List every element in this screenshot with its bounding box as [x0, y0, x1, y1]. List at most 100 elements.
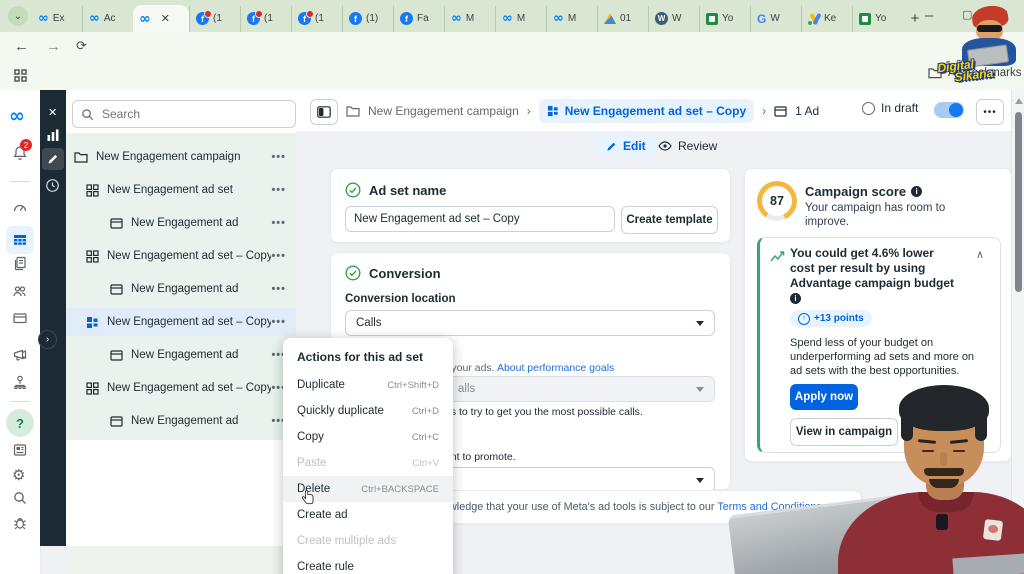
tab-search-icon[interactable]: ⌄ [8, 6, 28, 26]
edit-pencil-icon[interactable] [42, 148, 64, 170]
toggle-sidebar-icon[interactable] [310, 99, 338, 125]
notifications-bell-icon[interactable]: 2 [12, 139, 32, 161]
browser-tab-active[interactable]: ∞ ✕ [133, 5, 189, 32]
browser-tab[interactable]: GW [750, 5, 801, 32]
score-subtitle: Your campaign has room to improve. [805, 202, 946, 228]
menu-item-create-rule[interactable]: Create rule [283, 554, 453, 574]
settings-gear-icon[interactable]: ⚙ [12, 466, 28, 484]
tree-row-ad[interactable]: New Engagement ad ••• [66, 209, 296, 237]
apps-grid-icon[interactable] [14, 69, 27, 82]
apply-now-button[interactable]: Apply now [790, 384, 858, 410]
tree-row-adset[interactable]: New Engagement ad set ••• [66, 176, 296, 204]
adset-name-input[interactable] [345, 206, 615, 232]
row-menu-icon[interactable]: ••• [271, 283, 286, 295]
browser-tab[interactable]: f (1 [240, 5, 291, 32]
close-icon[interactable]: ✕ [48, 106, 57, 119]
updates-news-icon[interactable] [12, 442, 28, 458]
forward-icon[interactable]: → [46, 38, 61, 55]
adset-active-toggle[interactable] [934, 102, 964, 118]
report-bug-icon[interactable] [12, 515, 28, 531]
about-performance-goals-link[interactable]: About performance goals [497, 362, 614, 374]
audiences-people-icon[interactable] [12, 283, 28, 299]
check-circle-icon [345, 182, 361, 198]
account-overview-gauge-icon[interactable] [12, 200, 28, 216]
back-icon[interactable]: ← [14, 38, 29, 55]
chevron-right-icon: › [762, 104, 767, 118]
browser-tab[interactable]: Yo [852, 5, 903, 32]
breadcrumb-ads[interactable]: 1 Ad [795, 104, 819, 118]
scroll-down-arrow[interactable] [1015, 560, 1023, 566]
help-icon[interactable]: ? [6, 409, 34, 437]
menu-item-quickly-duplicate[interactable]: Quickly duplicate Ctrl+D [283, 398, 453, 424]
campaigns-table-icon[interactable] [6, 226, 34, 254]
browser-tab[interactable]: f (1 [291, 5, 342, 32]
tree-row-campaign[interactable]: New Engagement campaign ••• [66, 143, 296, 171]
tab-edit[interactable]: Edit [596, 134, 656, 158]
all-bookmarks-button[interactable]: All Bookmarks [928, 67, 1022, 79]
adset-selected-icon [86, 316, 99, 329]
row-menu-icon[interactable]: ••• [271, 184, 286, 196]
browser-tab[interactable]: 01 [597, 5, 648, 32]
tab-close-icon[interactable]: ✕ [161, 12, 170, 25]
menu-item-create-ad[interactable]: Create ad [283, 502, 453, 528]
tree-row-ad[interactable]: New Engagement ad ••• [66, 341, 296, 369]
expand-panel-chevron-icon[interactable]: › [38, 330, 57, 349]
main-scrollbar[interactable] [1011, 90, 1024, 574]
browser-tab[interactable]: ∞ M [546, 5, 597, 32]
menu-item-duplicate[interactable]: Duplicate Ctrl+Shift+D [283, 372, 453, 398]
window-restore-button[interactable]: ▢ [962, 8, 972, 21]
promote-fragment: ant to promote. [445, 451, 516, 463]
breadcrumb-campaign[interactable]: New Engagement campaign [368, 104, 519, 118]
header-more-menu-icon[interactable]: ••• [976, 99, 1004, 125]
new-tab-button[interactable]: + [903, 6, 927, 32]
ads-reporting-pages-icon[interactable] [12, 255, 28, 271]
browser-tab[interactable]: WW [648, 5, 699, 32]
browser-tab[interactable]: ∞ M [444, 5, 495, 32]
scroll-up-arrow[interactable] [1015, 98, 1023, 104]
menu-item-copy[interactable]: Copy Ctrl+C [283, 424, 453, 450]
search-icon[interactable] [12, 490, 28, 506]
tree-search-input[interactable] [72, 100, 296, 128]
browser-tab[interactable]: ∞ Ac [82, 5, 133, 32]
meta-logo-icon[interactable]: ∞ [9, 105, 25, 127]
adset-name-card: Ad set name Create template [330, 168, 731, 243]
tree-row-ad[interactable]: New Engagement ad ••• [66, 407, 296, 435]
browser-tab[interactable]: Ke [801, 5, 852, 32]
tree-row-adset[interactable]: New Engagement ad set – Copy ••• [66, 242, 296, 270]
create-template-button[interactable]: Create template [621, 206, 718, 234]
meta-icon: ∞ [451, 11, 462, 26]
window-minimize-button[interactable]: – [925, 7, 933, 24]
business-assets-icon[interactable] [12, 374, 28, 390]
row-menu-icon[interactable]: ••• [271, 316, 286, 328]
window-close-button[interactable]: ✕ [998, 7, 1009, 23]
ads-megaphone-icon[interactable] [12, 346, 28, 362]
terms-link[interactable]: Terms and Conditions. [717, 501, 824, 513]
browser-tab[interactable]: Yo [699, 5, 750, 32]
browser-tab[interactable]: f Fa [393, 5, 444, 32]
history-clock-icon[interactable] [45, 178, 60, 193]
browser-tab[interactable]: ∞ M [495, 5, 546, 32]
breadcrumb-adset-chip[interactable]: New Engagement ad set – Copy [538, 99, 755, 123]
row-menu-icon[interactable]: ••• [271, 250, 286, 262]
tree-row-ad[interactable]: New Engagement ad ••• [66, 275, 296, 303]
row-menu-icon[interactable]: ••• [271, 151, 286, 163]
tree-row-label: New Engagement ad [131, 349, 239, 361]
chart-bars-icon[interactable] [46, 128, 60, 142]
tree-row-adset-selected[interactable]: New Engagement ad set – Copy ••• [66, 308, 296, 336]
tree-row-adset[interactable]: New Engagement ad set – Copy ••• [66, 374, 296, 402]
browser-tab[interactable]: ∞ Ex [32, 6, 82, 32]
chevron-right-icon: › [526, 104, 531, 118]
info-icon[interactable]: i [911, 186, 923, 197]
tab-review[interactable]: Review [658, 134, 717, 158]
scrollbar-thumb[interactable] [1015, 112, 1022, 292]
reload-icon[interactable]: ⟳ [76, 38, 87, 54]
row-menu-icon[interactable]: ••• [271, 217, 286, 229]
browser-tab[interactable]: f (1 [189, 5, 240, 32]
browser-tab[interactable]: f (1) [342, 5, 393, 32]
billing-card-icon[interactable] [12, 310, 28, 326]
view-in-campaign-button[interactable]: View in campaign [790, 418, 898, 446]
search-input[interactable] [100, 106, 254, 122]
info-icon[interactable]: i [790, 293, 801, 305]
collapse-chevron-icon[interactable]: ∧ [976, 248, 984, 261]
conversion-location-select[interactable]: Calls [345, 310, 715, 336]
